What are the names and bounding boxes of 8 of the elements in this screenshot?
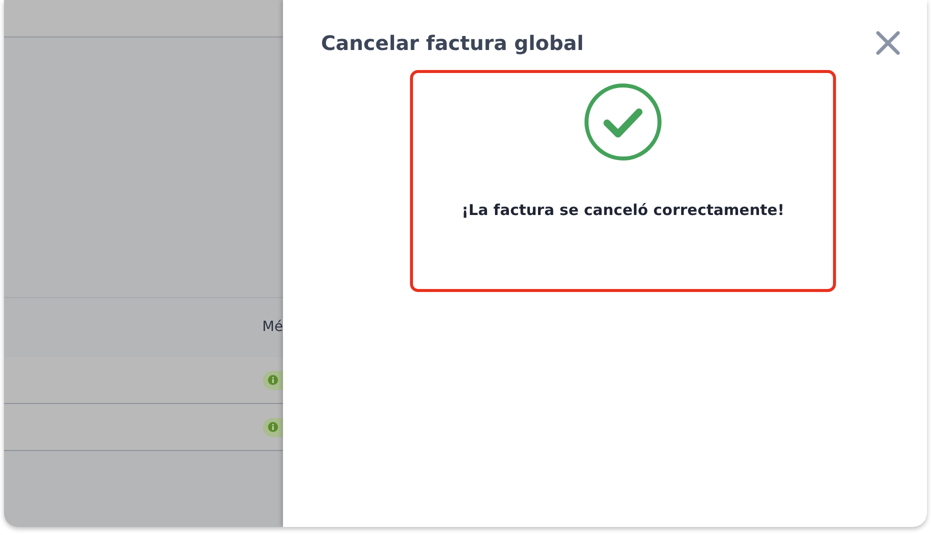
info-icon [268, 375, 278, 385]
close-button[interactable] [875, 30, 901, 56]
info-icon [268, 422, 278, 432]
check-circle-icon [584, 83, 662, 161]
drawer-title: Cancelar factura global [321, 31, 584, 55]
column-header: Mé [262, 318, 283, 337]
close-icon [875, 30, 901, 56]
success-message: ¡La factura se canceló correctamente! [462, 200, 784, 221]
